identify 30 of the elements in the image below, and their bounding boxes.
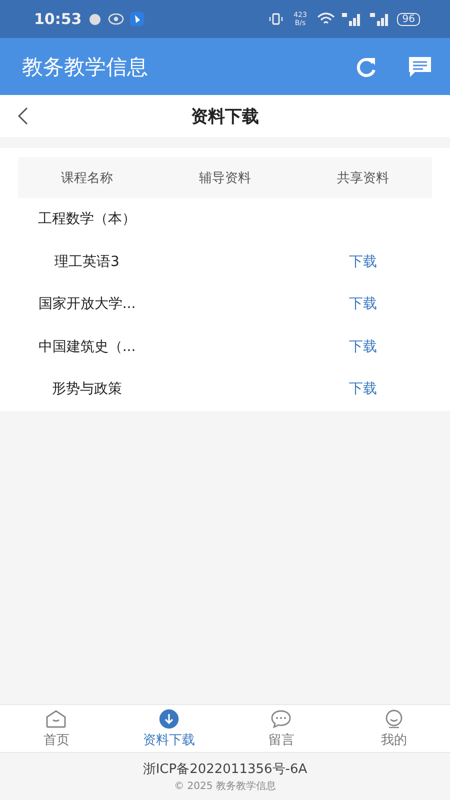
app-icon [130, 12, 144, 26]
course-name: 工程数学（本） [37, 210, 137, 228]
course-name: 中国建筑史（... [37, 338, 137, 356]
course-name: 形势与政策 [51, 380, 123, 398]
course-name: 国家开放大学... [37, 295, 137, 314]
back-icon[interactable] [16, 107, 30, 125]
copyright: © 2025 教务教学信息 [174, 780, 276, 793]
icp-license[interactable]: 浙ICP备2022011356号-6A [142, 760, 308, 778]
download-link[interactable]: 下载 [349, 295, 377, 314]
app-title: 教务教学信息 [22, 54, 149, 80]
column-header: 共享资料 [336, 170, 390, 186]
battery-indicator: 96 [397, 12, 420, 26]
tab[interactable]: 首页 [0, 705, 112, 752]
download-link[interactable]: 下载 [349, 338, 377, 356]
tab[interactable]: 资料下载 [112, 705, 225, 752]
download-link[interactable]: 下载 [349, 380, 377, 398]
tab[interactable]: 我的 [338, 705, 450, 752]
course-name: 理工英语3 [54, 252, 120, 271]
vibrate-icon [269, 12, 284, 26]
wifi-icon [317, 12, 336, 26]
column-header: 辅导资料 [198, 170, 252, 186]
page-title: 资料下载 [191, 106, 259, 128]
home-icon [45, 708, 68, 728]
clock: 10:53 [34, 10, 82, 28]
column-header: 课程名称 [60, 170, 114, 186]
tab[interactable]: 留言 [225, 705, 338, 752]
download-link[interactable]: 下载 [349, 252, 377, 271]
eye-icon [108, 12, 124, 26]
chat-bubble-icon [270, 708, 292, 728]
download-icon [158, 708, 180, 728]
